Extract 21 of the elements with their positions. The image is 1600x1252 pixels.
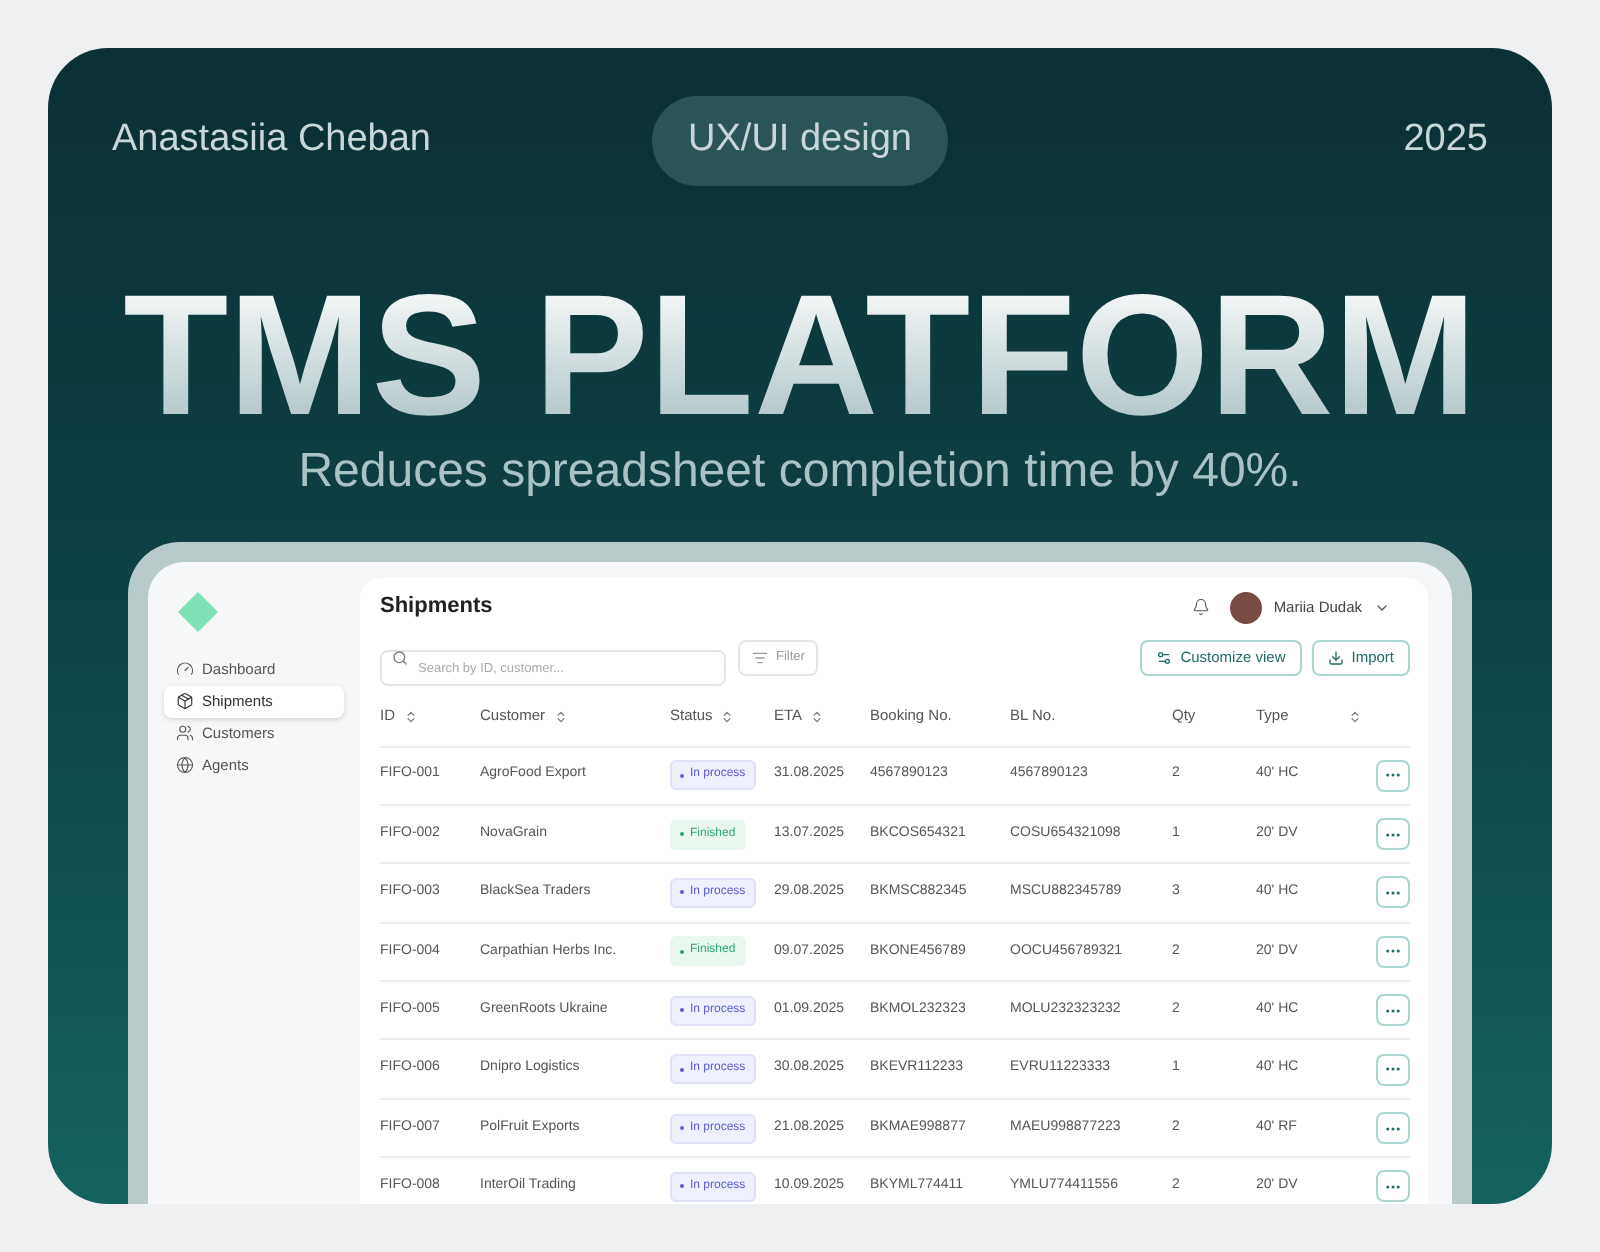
sidebar-icon [176, 660, 194, 678]
year-label: 2025 [1401, 116, 1488, 164]
filter-icon [752, 649, 768, 665]
bell-icon[interactable] [1191, 598, 1210, 616]
sort-icon[interactable] [1348, 709, 1362, 723]
page-title: Shipments [380, 592, 493, 623]
sort-icon[interactable] [553, 709, 568, 723]
sort-icon[interactable] [810, 709, 825, 723]
tag-pill: UX/UI design [652, 96, 948, 185]
download-icon [1327, 649, 1344, 665]
logo-icon [176, 589, 220, 633]
search-icon [392, 649, 408, 665]
sort-icon[interactable] [403, 709, 417, 723]
author-name: Anastasiia Cheban [112, 116, 433, 164]
sort-icon[interactable] [720, 709, 735, 723]
settings-icon [1156, 649, 1173, 665]
sidebar-icon [176, 724, 194, 742]
avatar[interactable] [1229, 591, 1262, 623]
sidebar-icon [176, 756, 194, 774]
sidebar-icon [176, 692, 194, 710]
hero-subtitle: Reduces spreadsheet completion time by 40%. [298, 441, 1302, 501]
